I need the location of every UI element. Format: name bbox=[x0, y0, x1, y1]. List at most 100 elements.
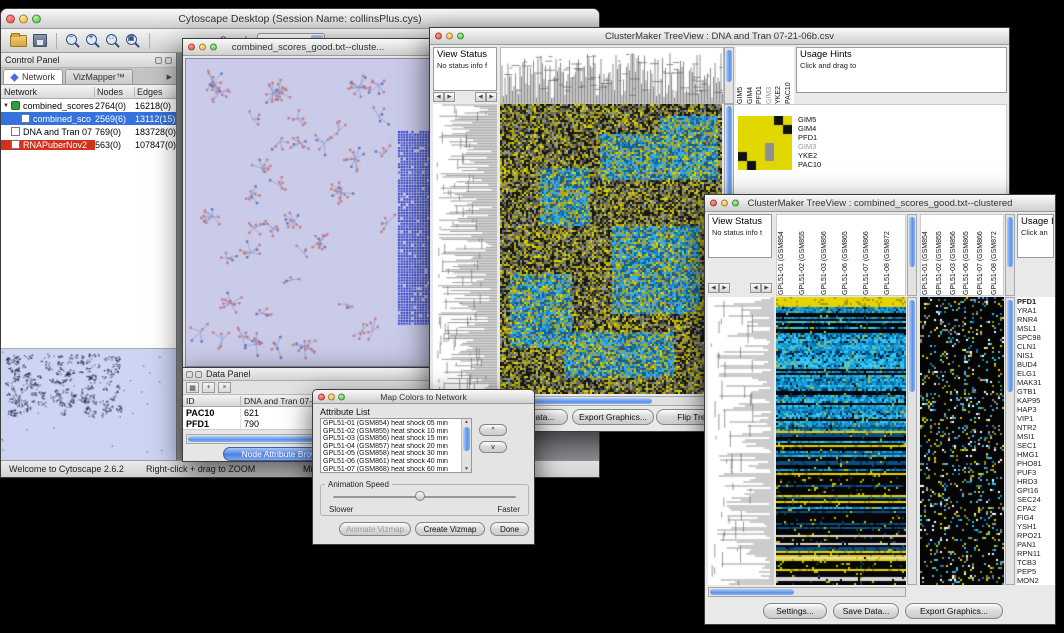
gene-label[interactable]: RPN11 bbox=[1017, 549, 1055, 558]
heatmap[interactable] bbox=[500, 104, 722, 394]
done-button[interactable]: Done bbox=[490, 522, 529, 536]
zoom-selected-icon[interactable]: □ bbox=[105, 33, 121, 49]
scrollbar-thumb[interactable] bbox=[909, 217, 915, 267]
column-array-label[interactable]: GPL51-01 (GSM854 bbox=[777, 215, 798, 295]
gene-label[interactable]: TCB3 bbox=[1017, 558, 1055, 567]
treeview-dna-titlebar[interactable]: ClusterMaker TreeView : DNA and Tran 07-… bbox=[430, 28, 1009, 45]
column-array-label[interactable]: GPL51-02 (GSM855 bbox=[935, 215, 949, 295]
gene-label[interactable]: FIG4 bbox=[1017, 513, 1055, 522]
create-vizmap-button[interactable]: Create Vizmap bbox=[415, 522, 485, 536]
minimize-button[interactable] bbox=[328, 393, 335, 400]
column-gene-label[interactable]: PAC10 bbox=[784, 47, 794, 104]
data-panel-header[interactable]: Data Panel bbox=[183, 368, 433, 381]
scrollbar-thumb[interactable] bbox=[463, 427, 470, 451]
gene-label[interactable]: VIP1 bbox=[1017, 414, 1055, 423]
column-array-label[interactable]: GPL51-03 (GSM856 bbox=[949, 215, 963, 295]
network-tree-row[interactable]: ▼combined_scores 2764(0) 16218(0) bbox=[1, 99, 176, 112]
zoom-heatmap[interactable] bbox=[920, 297, 1004, 585]
tab-overflow-arrow-icon[interactable]: ▶ bbox=[167, 73, 176, 84]
close-button[interactable] bbox=[318, 393, 325, 400]
gene-label[interactable]: SEC1 bbox=[1017, 441, 1055, 450]
scroll-right-button[interactable]: ▶ bbox=[761, 283, 772, 293]
column-gene-label[interactable]: PFD1 bbox=[755, 47, 765, 104]
tab-vizmapper[interactable]: VizMapper™ bbox=[65, 69, 133, 84]
animation-speed-slider-thumb[interactable] bbox=[415, 491, 425, 501]
column-array-label[interactable]: GPL51-07 (GSM866 bbox=[976, 215, 990, 295]
heatmap-vertical-scrollbar[interactable] bbox=[907, 297, 917, 585]
gene-label[interactable]: NIS1 bbox=[1017, 351, 1055, 360]
column-header-network[interactable]: Network bbox=[1, 87, 95, 97]
scroll-right-button[interactable]: ▶ bbox=[486, 92, 497, 102]
gene-label[interactable]: SEC24 bbox=[1017, 495, 1055, 504]
gene-label[interactable]: CPA2 bbox=[1017, 504, 1055, 513]
column-array-label[interactable]: GPL51-08 (GSM872 bbox=[990, 215, 1004, 295]
gene-label[interactable]: SPC98 bbox=[1017, 333, 1055, 342]
gene-label[interactable]: ELG1 bbox=[1017, 369, 1055, 378]
gene-label[interactable]: CLN1 bbox=[1017, 342, 1055, 351]
attribute-list-item[interactable]: GPL51-01 (GSM854) heat shock 05 min bbox=[323, 420, 460, 428]
network-view-titlebar[interactable]: combined_scores_good.txt--cluste... bbox=[183, 39, 433, 56]
dialog-titlebar[interactable]: Map Colors to Network bbox=[313, 390, 534, 404]
gene-label[interactable]: RPO21 bbox=[1017, 531, 1055, 540]
attribute-list-item[interactable]: GPL51-03 (GSM856) heat shock 15 min bbox=[323, 435, 460, 443]
column-header-nodes[interactable]: Nodes bbox=[95, 87, 135, 97]
gene-label[interactable]: PFD1 bbox=[1017, 297, 1055, 306]
attribute-list-item[interactable]: GPL51-05 (GSM858) heat shock 30 min bbox=[323, 450, 460, 458]
matrix-gene-label[interactable]: PFD1 bbox=[798, 133, 821, 142]
gene-label[interactable]: PEP5 bbox=[1017, 567, 1055, 576]
matrix-gene-label[interactable]: PAC10 bbox=[798, 160, 821, 169]
attribute-list[interactable]: GPL51-01 (GSM854) heat shock 05 minGPL51… bbox=[320, 418, 472, 473]
network-tree-row[interactable]: combined_sco 2569(6) 13112(15) bbox=[1, 112, 176, 125]
column-array-label[interactable]: GPL51-06 (GSM865 bbox=[841, 215, 862, 295]
export-graphics-button[interactable]: Export Graphics... bbox=[572, 409, 654, 425]
maximize-button[interactable] bbox=[457, 33, 464, 40]
scroll-left-button[interactable]: ◀ bbox=[433, 92, 444, 102]
attribute-list-item[interactable]: GPL51-07 (GSM868) heat shock 60 min bbox=[323, 466, 460, 473]
matrix-gene-label[interactable]: GIM3 bbox=[798, 142, 821, 151]
gene-label[interactable]: BUD4 bbox=[1017, 360, 1055, 369]
matrix-gene-label[interactable]: GIM4 bbox=[798, 124, 821, 133]
column-gene-label[interactable]: GIM4 bbox=[746, 47, 756, 104]
gene-label[interactable]: MAK31 bbox=[1017, 378, 1055, 387]
column-labels-scrollbar[interactable] bbox=[1005, 214, 1015, 296]
gene-label[interactable]: PUF3 bbox=[1017, 468, 1055, 477]
close-button[interactable] bbox=[435, 33, 442, 40]
heatmap[interactable] bbox=[776, 297, 906, 585]
new-attribute-icon[interactable]: + bbox=[202, 382, 215, 393]
save-data-button[interactable]: Save Data... bbox=[833, 603, 899, 619]
column-labels-scrollbar[interactable] bbox=[724, 47, 734, 104]
scroll-right-button[interactable]: ▶ bbox=[719, 283, 730, 293]
gene-label[interactable]: NTR2 bbox=[1017, 423, 1055, 432]
minimize-button[interactable] bbox=[446, 33, 453, 40]
scrollbar-thumb[interactable] bbox=[1007, 300, 1013, 392]
gene-label[interactable]: GTB1 bbox=[1017, 387, 1055, 396]
gene-label[interactable]: YSH1 bbox=[1017, 522, 1055, 531]
network-tree-row[interactable]: RNAPuberNov2 563(0) 107847(0) bbox=[1, 138, 176, 151]
gene-label[interactable]: YRA1 bbox=[1017, 306, 1055, 315]
column-gene-label[interactable]: YKE2 bbox=[774, 47, 784, 104]
column-array-label[interactable]: GPL51-08 (GSM872 bbox=[883, 215, 904, 295]
move-down-button[interactable]: v bbox=[479, 441, 507, 453]
heatmap-horizontal-scrollbar[interactable] bbox=[708, 587, 906, 597]
attribute-list-item[interactable]: GPL51-06 (GSM861) heat shock 40 min bbox=[323, 458, 460, 466]
network-overview-thumbnail[interactable] bbox=[1, 349, 176, 460]
delete-attribute-icon[interactable]: × bbox=[218, 382, 231, 393]
minimize-button[interactable] bbox=[19, 14, 28, 23]
gene-label[interactable]: MSI1 bbox=[1017, 432, 1055, 441]
scroll-left-button[interactable]: ◀ bbox=[750, 283, 761, 293]
scroll-up-icon[interactable]: ▲ bbox=[462, 419, 471, 425]
scrollbar-thumb[interactable] bbox=[710, 589, 794, 595]
close-panel-icon[interactable] bbox=[165, 57, 172, 64]
scrollbar-thumb[interactable] bbox=[726, 50, 732, 82]
gene-label[interactable]: MSL1 bbox=[1017, 324, 1055, 333]
column-dendrogram[interactable] bbox=[500, 47, 724, 104]
gene-label[interactable]: KAP95 bbox=[1017, 396, 1055, 405]
column-header-id[interactable]: ID bbox=[183, 396, 241, 406]
gene-label[interactable]: HMG1 bbox=[1017, 450, 1055, 459]
attribute-list-item[interactable]: GPL51-02 (GSM855) heat shock 10 min bbox=[323, 428, 460, 436]
gene-label[interactable]: MON2 bbox=[1017, 576, 1055, 585]
gene-label[interactable]: HAP3 bbox=[1017, 405, 1055, 414]
move-up-button[interactable]: ^ bbox=[479, 424, 507, 436]
column-gene-label[interactable]: GIM5 bbox=[736, 47, 746, 104]
matrix-gene-label[interactable]: GIM5 bbox=[798, 115, 821, 124]
